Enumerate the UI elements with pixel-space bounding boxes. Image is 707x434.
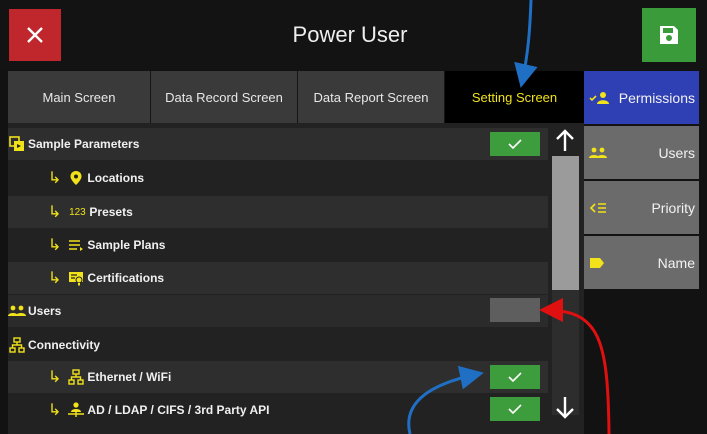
page-title: Power User [292, 22, 408, 47]
row-label: Sample Parameters [28, 137, 140, 151]
row-ad-ldap: ↳ AD / LDAP / CIFS / 3rd Party API [8, 394, 548, 426]
settings-scrollbar[interactable] [549, 127, 582, 427]
sidebar-item-label: Users [658, 144, 695, 161]
tab-main-screen[interactable]: Main Screen [8, 71, 151, 123]
user-network-icon [67, 401, 85, 419]
users-icon [8, 302, 26, 320]
check-icon [508, 139, 522, 149]
sidebar-item-users[interactable]: Users [584, 126, 699, 179]
label-tag-icon [590, 257, 604, 268]
tab-data-record-screen[interactable]: Data Record Screen [151, 71, 298, 123]
tab-data-report-screen[interactable]: Data Report Screen [298, 71, 445, 123]
ethernet-wifi-toggle[interactable] [490, 365, 540, 389]
tab-setting-screen[interactable]: Setting Screen [445, 71, 584, 123]
certificate-icon [67, 269, 85, 287]
tab-label: Main Screen [42, 89, 116, 105]
sample-parameters-icon [8, 135, 26, 153]
ad-ldap-toggle[interactable] [490, 397, 540, 421]
sub-item-arrow-icon: ↳ [48, 204, 62, 221]
tab-label: Data Record Screen [165, 89, 283, 105]
tab-label: Setting Screen [471, 89, 558, 105]
sidebar-item-label: Permissions [618, 89, 695, 106]
list-icon [67, 236, 85, 254]
scroll-thumb[interactable] [552, 156, 579, 290]
save-icon [660, 26, 678, 44]
location-pin-icon [67, 169, 85, 187]
save-button[interactable] [642, 8, 696, 62]
row-sample-parameters: Sample Parameters [8, 128, 548, 160]
row-locations: ↳ Locations [8, 162, 548, 194]
row-label: Presets [89, 205, 133, 219]
row-label: Connectivity [28, 338, 101, 352]
sidebar-item-label: Name [657, 254, 695, 271]
header-bar: Power User [0, 0, 707, 70]
settings-panel: Sample Parameters ↳ Locations ↳ 123 Pres… [8, 123, 584, 434]
tab-label: Data Report Screen [313, 89, 429, 105]
priority-icon [589, 202, 606, 213]
sidebar-item-permissions[interactable]: Permissions [584, 71, 699, 124]
sub-item-arrow-icon: ↳ [48, 237, 62, 254]
close-icon [27, 27, 43, 43]
check-icon [508, 404, 522, 414]
users-icon [589, 147, 607, 158]
scroll-up-arrow-icon[interactable] [554, 129, 576, 153]
check-icon [508, 372, 522, 382]
sub-item-arrow-icon: ↳ [48, 402, 62, 419]
sub-item-arrow-icon: ↳ [48, 270, 62, 287]
power-user-screen: Power User Main Screen Data Record Scree… [0, 0, 707, 434]
sub-item-arrow-icon: ↳ [48, 170, 62, 187]
row-ethernet-wifi: ↳ Ethernet / WiFi [8, 361, 548, 393]
network-icon [8, 336, 26, 354]
row-sample-plans: ↳ Sample Plans [8, 229, 548, 261]
sample-parameters-toggle[interactable] [490, 132, 540, 156]
row-certifications: ↳ Certifications [8, 262, 548, 294]
row-label: Certifications [87, 271, 165, 285]
screen-tabs: Main Screen Data Record Screen Data Repo… [8, 71, 584, 123]
sub-item-arrow-icon: ↳ [48, 369, 62, 386]
scroll-down-arrow-icon[interactable] [554, 395, 576, 419]
row-connectivity: Connectivity [8, 329, 548, 361]
users-toggle[interactable] [490, 298, 540, 322]
row-label: Users [28, 304, 62, 318]
network-icon [67, 368, 85, 386]
close-button[interactable] [9, 9, 61, 61]
sidebar-item-priority[interactable]: Priority [584, 181, 699, 234]
permissions-icon [589, 91, 609, 104]
row-users: Users [8, 295, 548, 327]
row-label: Sample Plans [87, 238, 166, 252]
row-label: AD / LDAP / CIFS / 3rd Party API [87, 403, 270, 417]
row-label: Ethernet / WiFi [87, 370, 172, 384]
row-presets: ↳ 123 Presets [8, 196, 548, 228]
row-label: Locations [87, 171, 145, 185]
sidebar-item-label: Priority [651, 199, 695, 216]
number-123-icon: 123 [69, 206, 86, 218]
sidebar-item-name[interactable]: Name [584, 236, 699, 289]
